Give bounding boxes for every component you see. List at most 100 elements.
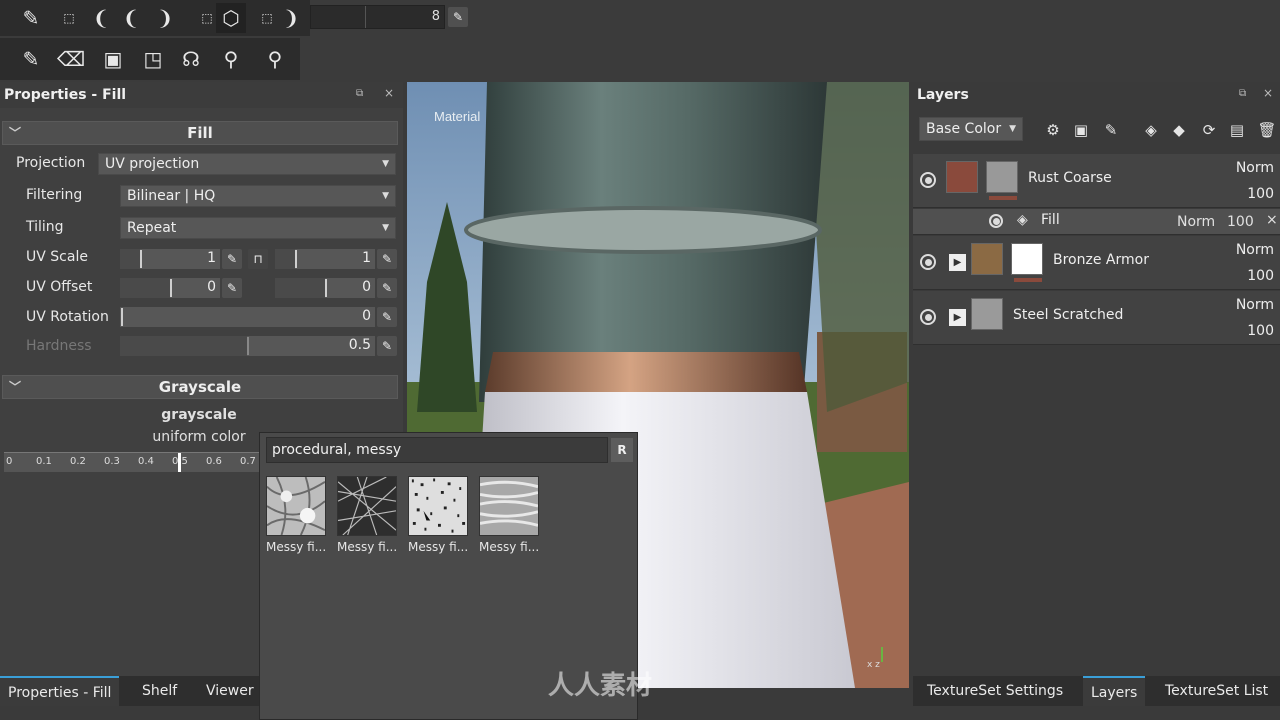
grayscale-handle[interactable]	[178, 453, 181, 472]
add-layer-icon[interactable]: ◈	[1139, 119, 1163, 141]
properties-title: Properties - Fill	[0, 82, 403, 108]
effect-blend-mode[interactable]: Norm	[1177, 214, 1215, 230]
visibility-eye-icon[interactable]	[920, 309, 936, 325]
uv-scale-u-slider[interactable]: 1	[120, 249, 220, 269]
open-icon[interactable]: ⬚	[54, 3, 84, 33]
delete-icon[interactable]: 🗑	[1255, 119, 1279, 141]
add-folder-icon[interactable]: ▤	[1225, 119, 1249, 141]
filtering-dropdown[interactable]: Bilinear | HQ ▼	[120, 185, 396, 207]
tiling-value: Repeat	[127, 220, 177, 236]
close-icon[interactable]: ×	[1263, 86, 1273, 100]
tab-textureset-settings[interactable]: TextureSet Settings	[919, 676, 1071, 706]
projection-icon[interactable]: ▣	[98, 44, 128, 74]
add-fill-layer-icon[interactable]: ◆	[1167, 119, 1191, 141]
layer-name: Steel Scratched	[1013, 307, 1124, 323]
viewport-label: Material	[434, 109, 480, 124]
add-mask-icon[interactable]: ▣	[1069, 119, 1093, 141]
expand-folder-icon[interactable]: ▶	[949, 254, 966, 271]
hardness-slider[interactable]: 0.5	[120, 336, 375, 356]
tab-shelf[interactable]: Shelf	[134, 676, 185, 706]
lazy-mouse-icon[interactable]: ❩	[276, 3, 306, 33]
eraser-icon[interactable]: ⌫	[56, 44, 86, 74]
chevron-down-icon: ﹀	[9, 380, 22, 394]
edit-pencil-icon[interactable]: ✎	[222, 249, 242, 269]
grayscale-slider[interactable]: 0 0.1 0.2 0.3 0.4 0.5 0.6 0.7	[4, 452, 260, 472]
clone-stamp-icon[interactable]: ⚲	[216, 44, 246, 74]
tab-layers[interactable]: Layers	[1083, 676, 1146, 706]
projection-dropdown[interactable]: UV projection ▼	[98, 153, 396, 175]
undock-icon[interactable]: ⧉	[356, 88, 363, 99]
expand-folder-icon[interactable]: ▶	[949, 309, 966, 326]
result-label: Messy fi...	[408, 540, 469, 554]
polygon-fill-icon[interactable]: ◳	[138, 44, 168, 74]
filtering-label: Filtering	[26, 187, 83, 203]
layer-blend-mode[interactable]: Norm	[1236, 160, 1274, 176]
tab-properties-fill[interactable]: Properties - Fill	[0, 676, 120, 706]
edit-pencil-icon[interactable]: ✎	[448, 7, 468, 27]
layer-opacity[interactable]: 100	[1247, 186, 1274, 202]
smudge-icon[interactable]: ☊	[176, 44, 206, 74]
search-input[interactable]: procedural, messy	[266, 437, 608, 463]
add-paint-icon[interactable]: ✎	[1099, 119, 1123, 141]
layer-blend-mode[interactable]: Norm	[1236, 297, 1274, 313]
add-effect-icon[interactable]: ⚙	[1041, 119, 1065, 141]
grayscale-section-header[interactable]: ﹀ Grayscale	[2, 375, 398, 399]
layer-row-bronze-armor[interactable]: ▶ Bronze Armor Norm 100	[913, 236, 1280, 290]
close-icon[interactable]: ×	[384, 86, 394, 100]
effect-row-fill[interactable]: ◈ Fill Norm 100 ×	[913, 209, 1280, 235]
visibility-eye-icon[interactable]	[920, 254, 936, 270]
layer-row-rust-coarse[interactable]: Rust Coarse Norm 100	[913, 154, 1280, 208]
edit-pencil-icon[interactable]: ✎	[377, 278, 397, 298]
edit-pencil-icon[interactable]: ✎	[377, 307, 397, 327]
undock-icon[interactable]: ⧉	[1239, 88, 1246, 99]
ruler-tick: 0.1	[36, 456, 52, 467]
uv-scale-v-value: 1	[362, 250, 371, 266]
tab-viewer[interactable]: Viewer	[198, 676, 262, 706]
tiling-label: Tiling	[26, 219, 64, 235]
fill-section-header[interactable]: ﹀ Fill	[2, 121, 398, 145]
brush-pick-icon[interactable]: ✎	[16, 3, 46, 33]
cube-icon[interactable]: ⬡	[216, 3, 246, 33]
tiling-dropdown[interactable]: Repeat ▼	[120, 217, 396, 239]
uv-offset-u-slider[interactable]: 0	[120, 278, 220, 298]
uv-offset-v-value: 0	[362, 279, 371, 295]
reset-button[interactable]: R	[611, 438, 633, 462]
watermark: 人人素材	[548, 671, 653, 701]
material-picker-icon[interactable]: ⚲	[260, 44, 290, 74]
mask-indicator	[1014, 278, 1042, 282]
channel-dropdown[interactable]: Base Color ▼	[919, 117, 1023, 141]
lock-ratio-icon[interactable]: ⊓	[248, 249, 268, 269]
brush-size-field[interactable]: 8	[310, 5, 445, 29]
dropdown-caret-icon: ▼	[382, 159, 389, 169]
uv-scale-v-slider[interactable]: 1	[275, 249, 375, 269]
symmetry-icon[interactable]: ❨	[86, 3, 116, 33]
tab-textureset-list[interactable]: TextureSet List	[1157, 676, 1276, 706]
ruler-tick: 0	[6, 456, 13, 467]
result-thumbnail[interactable]	[479, 476, 539, 536]
effect-opacity[interactable]: 100	[1227, 214, 1254, 230]
refresh-icon[interactable]: ⟳	[1197, 119, 1221, 141]
result-thumbnail[interactable]	[266, 476, 326, 536]
layer-thumbnail	[971, 298, 1003, 330]
edit-pencil-icon[interactable]: ✎	[377, 249, 397, 269]
paint-brush-icon[interactable]: ✎	[16, 44, 46, 74]
result-thumbnail[interactable]	[408, 476, 468, 536]
visibility-eye-icon[interactable]	[920, 172, 936, 188]
layer-opacity[interactable]: 100	[1247, 268, 1274, 284]
uv-offset-u-value: 0	[207, 279, 216, 295]
symmetry-x-icon[interactable]: ❨	[116, 3, 146, 33]
result-thumbnail[interactable]	[337, 476, 397, 536]
channel-value: Base Color	[926, 121, 1002, 137]
symmetry-y-icon[interactable]: ❩	[150, 3, 180, 33]
ruler-tick: 0.4	[138, 456, 154, 467]
edit-pencil-icon[interactable]: ✎	[377, 336, 397, 356]
edit-pencil-icon[interactable]: ✎	[222, 278, 242, 298]
uv-rotation-slider[interactable]: 0	[120, 307, 375, 327]
visibility-eye-icon[interactable]	[989, 214, 1003, 228]
layer-blend-mode[interactable]: Norm	[1236, 242, 1274, 258]
effect-name: Fill	[1041, 212, 1060, 228]
layer-row-steel-scratched[interactable]: ▶ Steel Scratched Norm 100	[913, 291, 1280, 345]
uv-offset-v-slider[interactable]: 0	[275, 278, 375, 298]
close-icon[interactable]: ×	[1266, 212, 1278, 228]
layer-opacity[interactable]: 100	[1247, 323, 1274, 339]
